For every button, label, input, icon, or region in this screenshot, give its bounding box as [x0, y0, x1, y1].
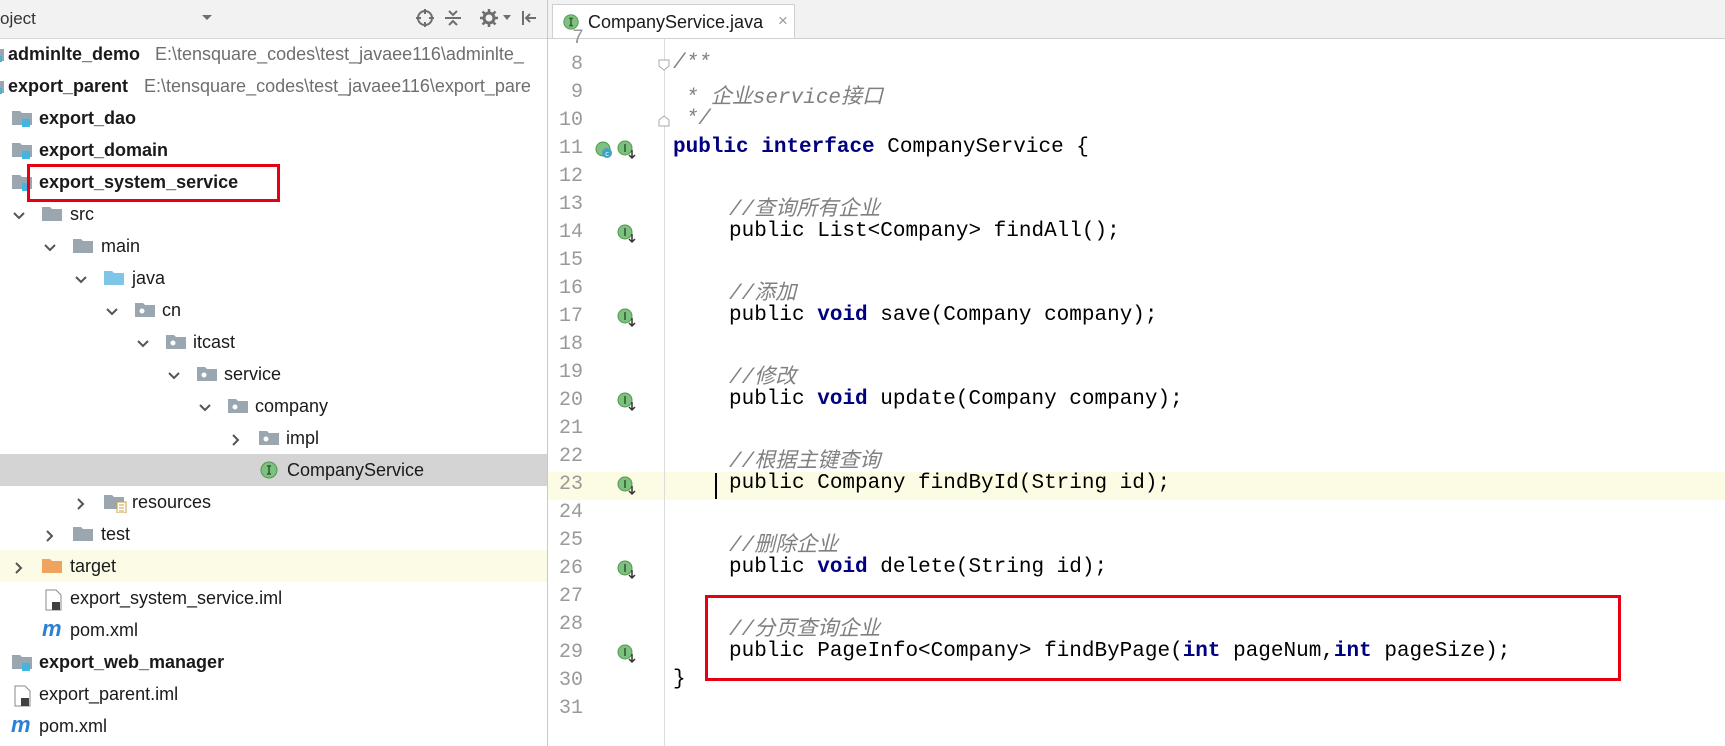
- tree-item-iml-file[interactable]: export_system_service.iml: [0, 582, 547, 614]
- tree-item-adminlte-demo[interactable]: adminlte_demo E:\tensquare_codes\test_ja…: [0, 38, 547, 70]
- tree-item-export-dao[interactable]: export_dao: [0, 102, 547, 134]
- highlight-box-module: [27, 164, 280, 202]
- tree-item-impl[interactable]: impl: [0, 422, 547, 454]
- chevron-down-icon[interactable]: [198, 399, 212, 413]
- tree-item-company[interactable]: company: [0, 390, 547, 422]
- folder-icon: [73, 525, 93, 543]
- tree-item-resources[interactable]: resources: [0, 486, 547, 518]
- module-folder-icon: [12, 109, 32, 127]
- chevron-down-icon[interactable]: [74, 271, 88, 285]
- tab-companyservice-java[interactable]: CompanyService.java ×: [552, 4, 795, 38]
- tree-item-cn[interactable]: cn: [0, 294, 547, 326]
- tree-item-main[interactable]: main: [0, 230, 547, 262]
- iml-file-icon: [44, 589, 64, 611]
- source-folder-icon: [104, 269, 124, 287]
- chevron-down-icon[interactable]: [12, 207, 26, 221]
- excluded-folder-icon: [42, 557, 62, 575]
- editor: CompanyService.java × 7: [548, 0, 1725, 746]
- chevron-down-icon[interactable]: [196, 7, 218, 29]
- module-folder-icon: [12, 653, 32, 671]
- tree-item-export-parent[interactable]: export_parent E:\tensquare_codes\test_ja…: [0, 70, 547, 102]
- tree-item-parent-pom[interactable]: m pom.xml: [0, 710, 547, 742]
- tab-label: CompanyService.java: [588, 12, 764, 32]
- tree-item-export-web-manager[interactable]: export_web_manager: [0, 646, 547, 678]
- locate-icon[interactable]: [414, 7, 436, 29]
- package-icon: [135, 301, 155, 319]
- collapse-all-icon[interactable]: [442, 7, 464, 29]
- tree-item-service[interactable]: service: [0, 358, 547, 390]
- folder-icon: [42, 205, 62, 223]
- line-number: 7: [571, 27, 584, 50]
- maven-icon: m: [11, 712, 31, 737]
- editor-gutter: [548, 39, 665, 746]
- project-panel: oject adminlte_demo E:\tensquare_codes\t…: [0, 0, 547, 746]
- tree-item-companyservice[interactable]: CompanyService: [0, 454, 547, 486]
- interface-icon: [259, 461, 279, 479]
- package-icon: [228, 397, 248, 415]
- folder-icon: [73, 237, 93, 255]
- tree-item-target[interactable]: target: [0, 550, 547, 582]
- package-icon: [197, 365, 217, 383]
- close-icon[interactable]: ×: [778, 11, 788, 31]
- chevron-down-icon[interactable]: [43, 239, 57, 253]
- iml-file-icon: [13, 685, 33, 707]
- chevron-down-icon[interactable]: [167, 367, 181, 381]
- chevron-right-icon[interactable]: [12, 559, 26, 574]
- chevron-right-icon[interactable]: [74, 495, 88, 510]
- code-area[interactable]: [665, 39, 1725, 746]
- tree-item-test[interactable]: test: [0, 518, 547, 550]
- tree-item-pom-xml[interactable]: m pom.xml: [0, 614, 547, 646]
- project-view-selector[interactable]: oject: [0, 9, 36, 29]
- chevron-right-icon[interactable]: [43, 527, 57, 542]
- resources-folder-icon: [104, 493, 127, 514]
- module-folder-icon: [12, 141, 32, 159]
- chevron-down-icon[interactable]: [105, 303, 119, 317]
- tree-item-src[interactable]: src: [0, 198, 547, 230]
- tree-item-java[interactable]: java: [0, 262, 547, 294]
- tree-item-export-domain[interactable]: export_domain: [0, 134, 547, 166]
- tree-item-parent-iml[interactable]: export_parent.iml: [0, 678, 547, 710]
- maven-icon: m: [42, 616, 62, 641]
- hide-panel-icon[interactable]: [518, 7, 540, 29]
- package-icon: [259, 429, 279, 447]
- project-panel-header: oject: [0, 0, 547, 39]
- package-icon: [166, 333, 186, 351]
- chevron-down-icon[interactable]: [496, 7, 518, 29]
- editor-tab-bar: CompanyService.java ×: [548, 0, 1725, 39]
- tree-item-itcast[interactable]: itcast: [0, 326, 547, 358]
- chevron-right-icon[interactable]: [229, 431, 243, 446]
- chevron-down-icon[interactable]: [136, 335, 150, 349]
